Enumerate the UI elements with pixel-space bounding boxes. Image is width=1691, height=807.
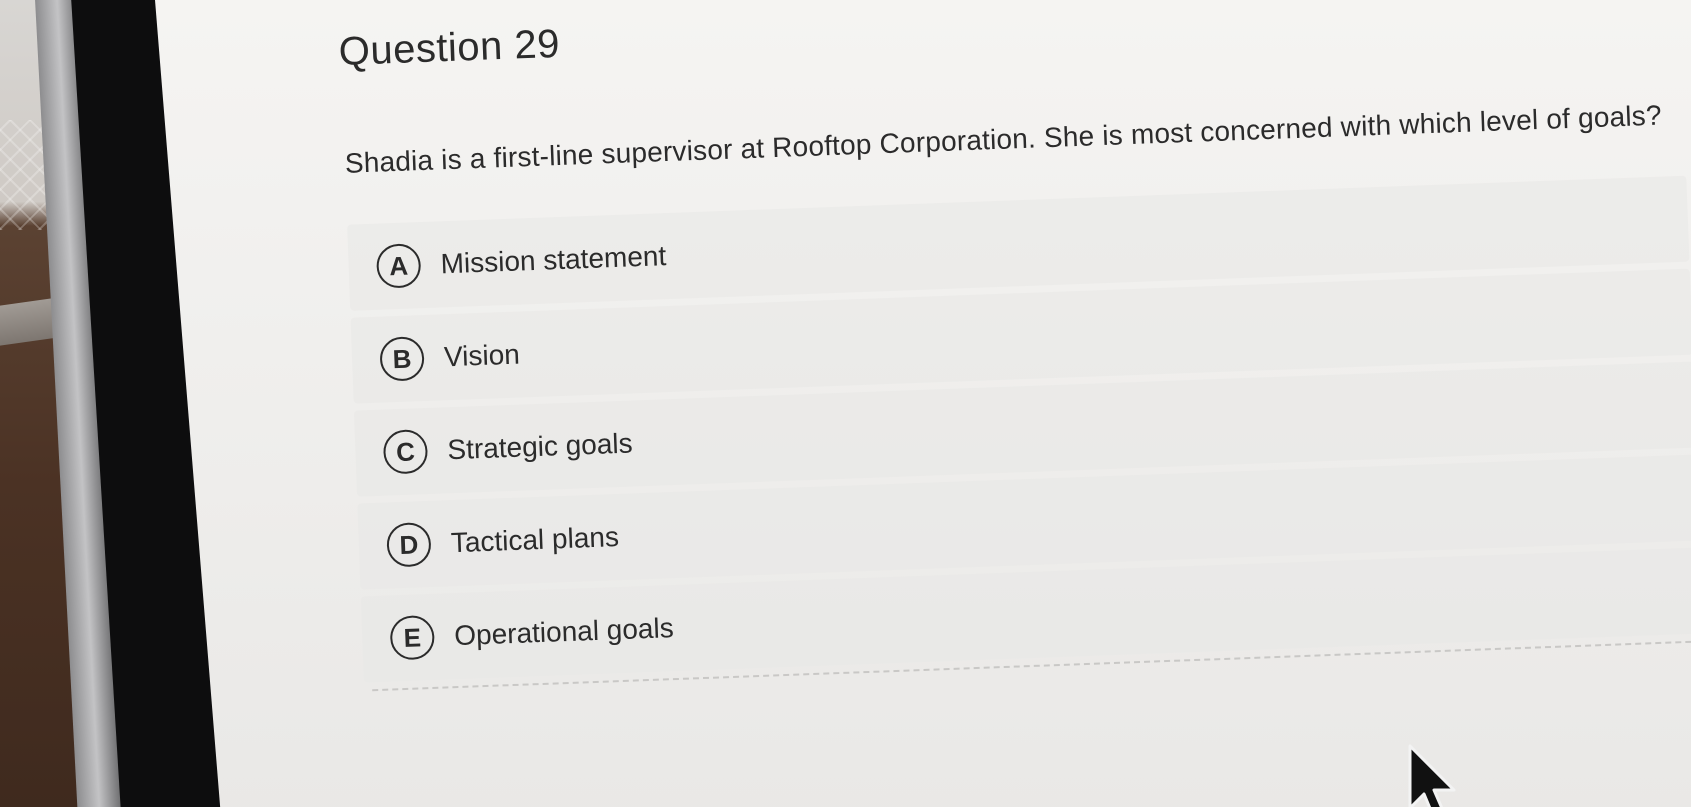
photo-scene: Question 29 Shadia is a first-line super… [0, 0, 1691, 807]
option-letter-badge: C [382, 429, 429, 475]
question-text: Shadia is a first-line supervisor at Roo… [344, 99, 1663, 179]
question-title: Question 29 [338, 21, 561, 74]
option-label: Mission statement [440, 240, 667, 280]
option-letter-badge: A [375, 243, 422, 289]
option-label: Tactical plans [450, 521, 620, 559]
mouse-pointer-icon [1408, 744, 1456, 807]
option-letter-badge: B [379, 336, 425, 382]
quiz-content: Question 29 Shadia is a first-line super… [338, 0, 1691, 789]
answer-options: A Mission statement B Vision C Strategic… [347, 175, 1691, 690]
option-label: Operational goals [453, 612, 675, 652]
option-letter-badge: E [389, 614, 436, 661]
option-label: Vision [443, 338, 521, 373]
option-letter-badge: D [386, 521, 432, 568]
option-label: Strategic goals [446, 427, 634, 466]
